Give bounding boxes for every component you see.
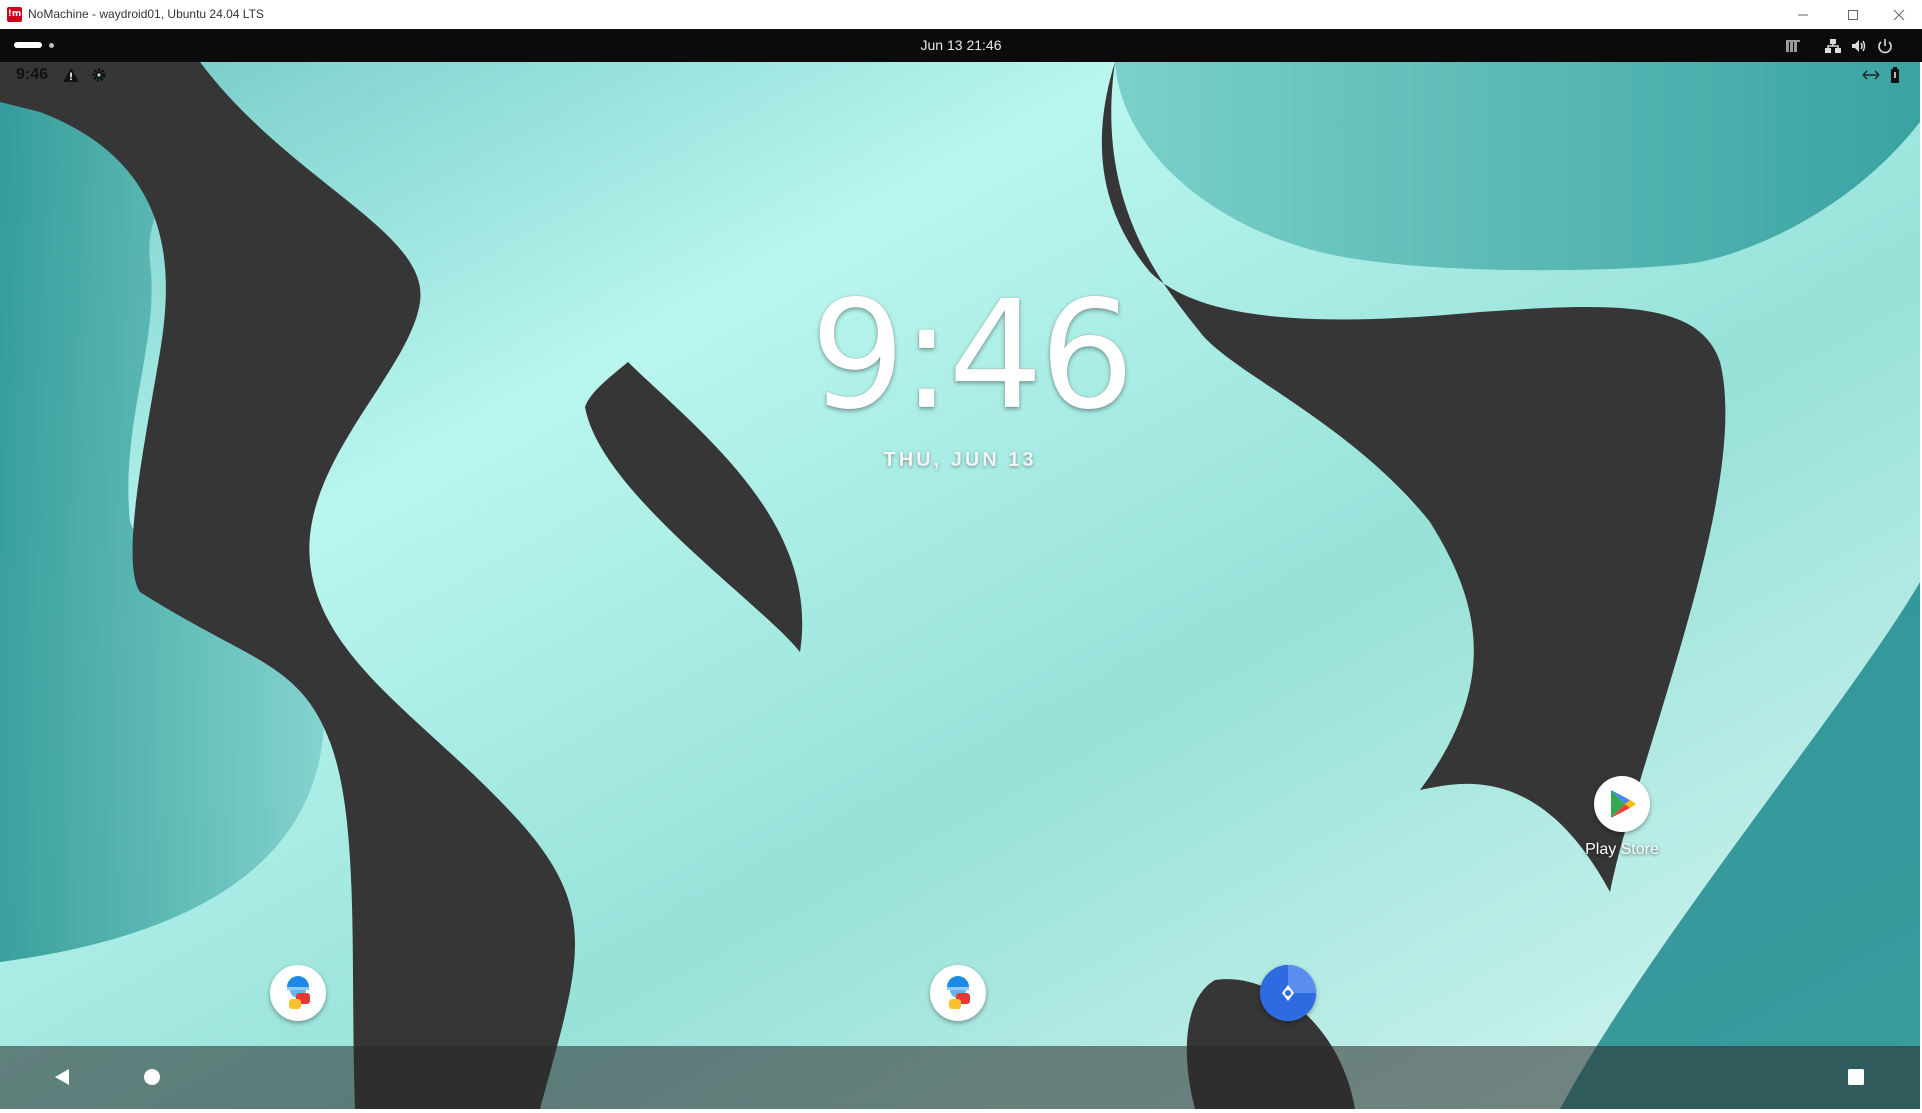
- lockscreen-date: THU, JUN 13: [883, 449, 1037, 471]
- window-titlebar: !m NoMachine - waydroid01, Ubuntu 24.04 …: [0, 0, 1922, 30]
- close-icon: [1893, 9, 1905, 20]
- dock-app-2[interactable]: [930, 965, 986, 1021]
- play-store-shortcut[interactable]: [1594, 776, 1650, 832]
- play-store-icon: [1611, 790, 1636, 818]
- back-button[interactable]: [32, 1052, 92, 1102]
- minimize-icon: [1798, 14, 1808, 15]
- maximize-button[interactable]: [1830, 0, 1876, 29]
- status-time: 9:46: [16, 66, 49, 83]
- contacts-messages-icon: [287, 976, 310, 1009]
- back-icon: [55, 1069, 69, 1085]
- window-title: NoMachine - waydroid01, Ubuntu 24.04 LTS: [28, 7, 264, 21]
- clock-colon: :: [901, 269, 952, 444]
- recents-icon: [1848, 1069, 1864, 1085]
- close-button[interactable]: [1876, 0, 1922, 29]
- clock-hour: 9: [810, 269, 906, 444]
- warning-icon: [63, 68, 80, 82]
- wallpaper: [0, 62, 1920, 1109]
- battery-icon: [1891, 67, 1899, 83]
- android-status-right: [1862, 66, 1900, 84]
- minimize-button[interactable]: [1780, 0, 1826, 29]
- nomachine-tray-icon[interactable]: [1784, 37, 1802, 55]
- dock-app-3[interactable]: [1260, 965, 1316, 1021]
- settings-gear-icon: [92, 68, 106, 82]
- android-screen: 9:46 9:46 THU, JUN 13 Play Store: [0, 62, 1920, 1109]
- navigation-compass-icon: [1260, 965, 1316, 1021]
- clock-minutes: 46: [947, 269, 1135, 444]
- recents-button[interactable]: [1826, 1052, 1886, 1102]
- nomachine-logo-icon: !m: [7, 7, 22, 22]
- volume-icon[interactable]: [1850, 37, 1868, 55]
- android-status-bar: 9:46: [16, 66, 108, 84]
- data-transfer-icon: [1862, 70, 1880, 80]
- home-button[interactable]: [122, 1052, 182, 1102]
- maximize-icon: [1848, 9, 1858, 20]
- dock-app-1[interactable]: [270, 965, 326, 1021]
- system-tray[interactable]: [1784, 35, 1894, 57]
- play-store-label[interactable]: Play Store: [1562, 841, 1682, 859]
- power-icon[interactable]: [1876, 37, 1894, 55]
- top-bar-clock[interactable]: Jun 13 21:46: [0, 37, 1922, 53]
- gnome-top-bar: Jun 13 21:46: [0, 29, 1922, 62]
- home-icon: [144, 1069, 160, 1085]
- lockscreen-clock: 9:46: [810, 269, 1135, 444]
- android-nav-bar: [0, 1046, 1920, 1109]
- contacts-messages-icon: [947, 976, 970, 1009]
- network-icon[interactable]: [1824, 37, 1842, 55]
